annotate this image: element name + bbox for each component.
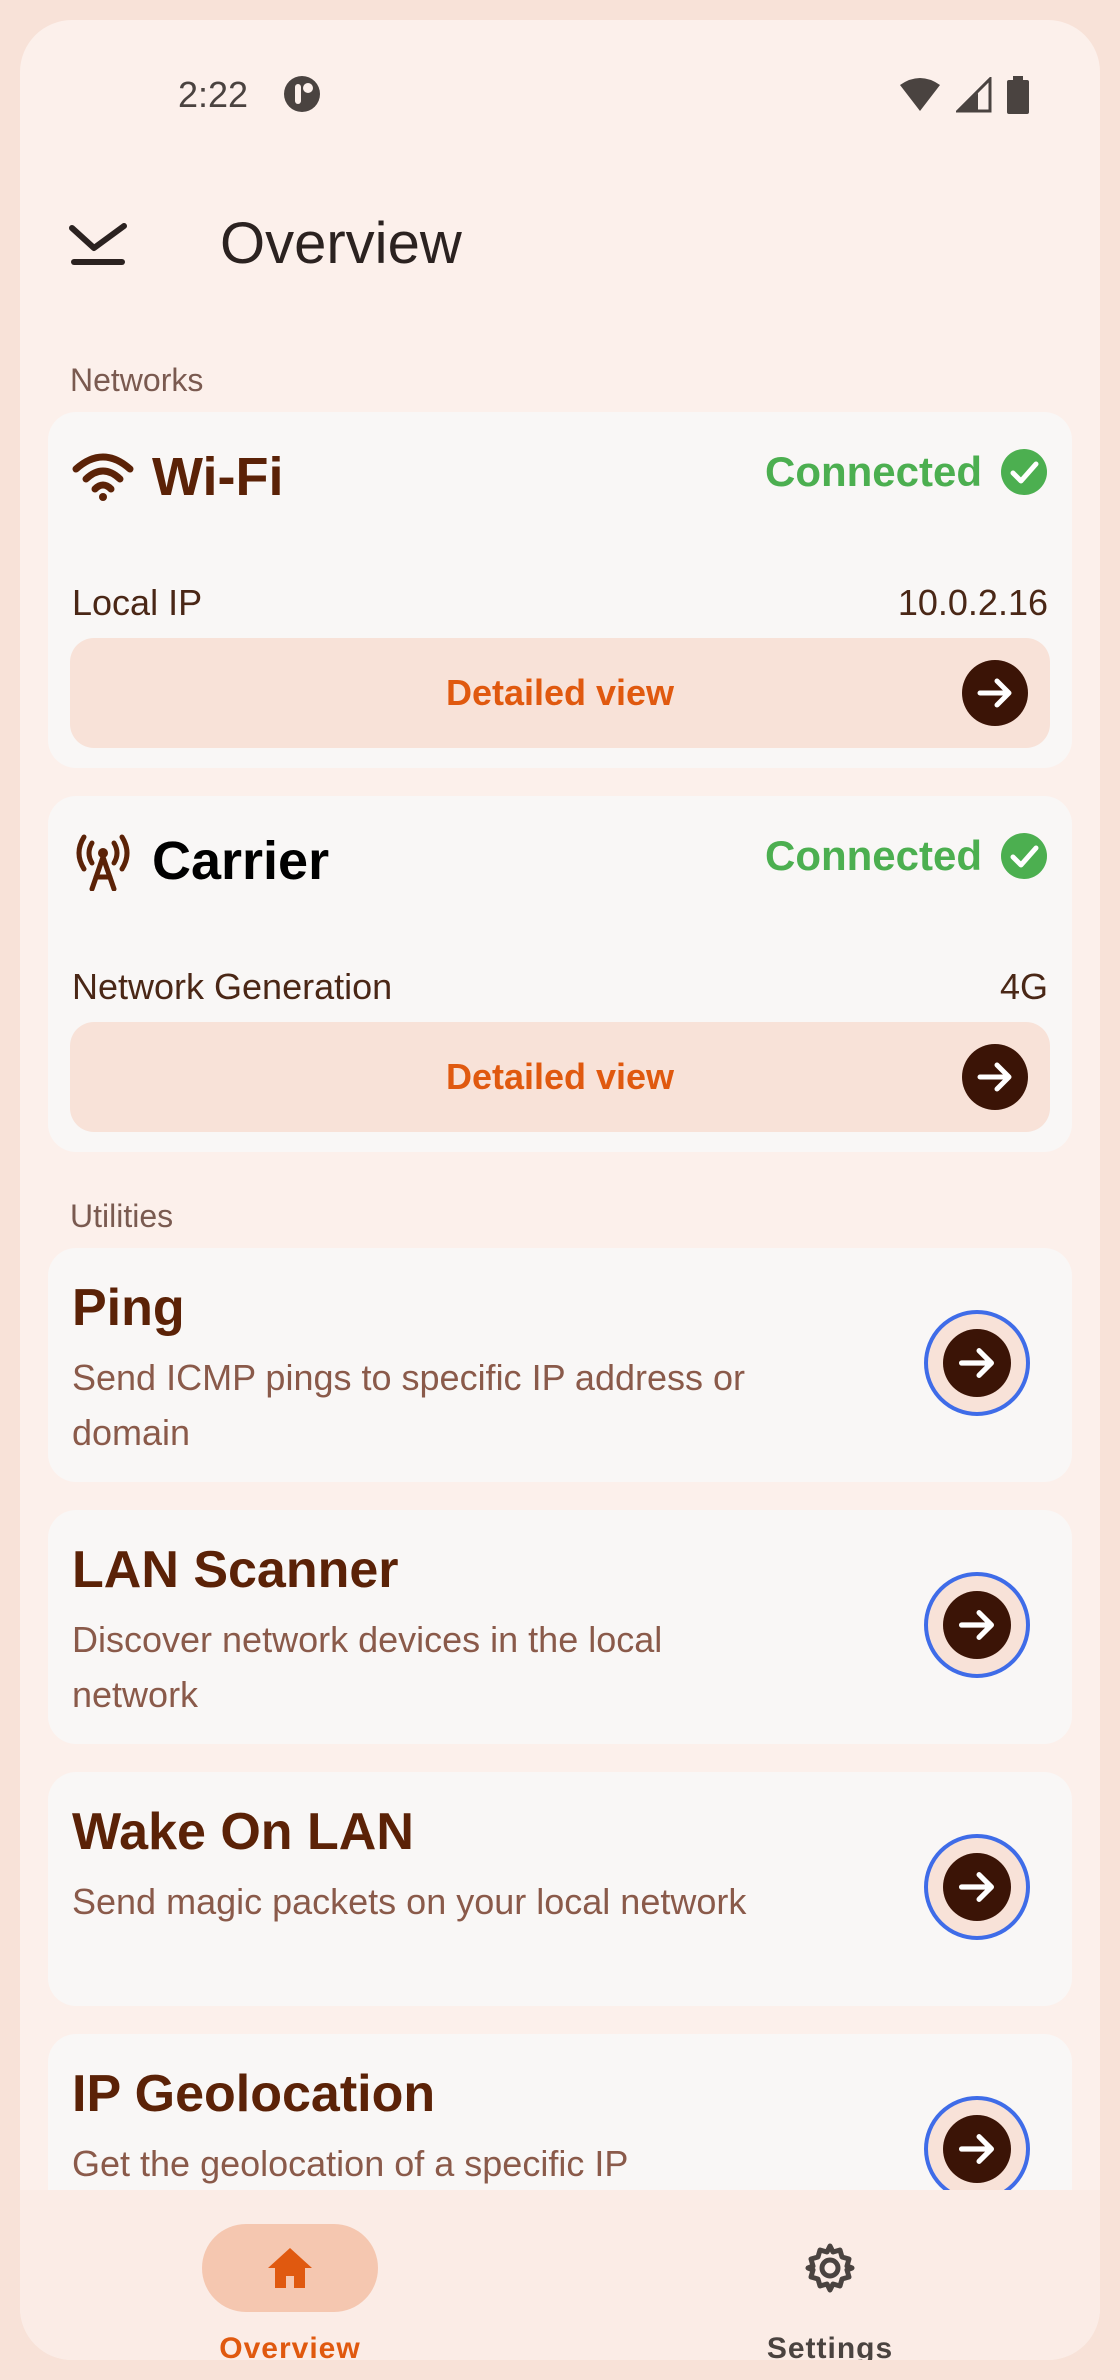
utility-title: Wake On LAN bbox=[72, 1803, 414, 1861]
arrow-right-icon bbox=[943, 1591, 1011, 1659]
section-label-utilities: Utilities bbox=[70, 1198, 174, 1234]
app-notification-icon bbox=[284, 76, 320, 112]
section-label-networks: Networks bbox=[70, 362, 204, 398]
arrow-right-icon bbox=[943, 1329, 1011, 1397]
utility-card-lan-scanner[interactable]: LAN Scanner Discover network devices in … bbox=[48, 1510, 1072, 1744]
arrow-right-icon bbox=[943, 2115, 1011, 2183]
network-generation-value: 4G bbox=[999, 966, 1048, 1007]
wake-on-lan-open-button[interactable] bbox=[924, 1834, 1030, 1940]
arrow-right-icon bbox=[943, 1853, 1011, 1921]
arrow-right-icon bbox=[962, 660, 1028, 726]
ip-geolocation-open-button[interactable] bbox=[924, 2096, 1030, 2202]
cell-signal-icon bbox=[956, 77, 992, 113]
utility-title: Ping bbox=[72, 1279, 185, 1337]
ping-open-button[interactable] bbox=[924, 1310, 1030, 1416]
local-ip-value: 10.0.2.16 bbox=[897, 582, 1048, 623]
utility-description: Discover network devices in the local ne… bbox=[72, 1619, 663, 1715]
utility-description: Send magic packets on your local network bbox=[72, 1881, 747, 1922]
network-check-icon bbox=[69, 223, 127, 265]
page-title: Overview bbox=[220, 211, 462, 276]
utility-description: Send ICMP pings to specific IP address o… bbox=[72, 1357, 746, 1453]
utility-title: IP Geolocation bbox=[72, 2065, 436, 2123]
nav-item-settings[interactable]: Settings bbox=[680, 2190, 980, 2360]
bottom-navigation: Overview Settings bbox=[20, 2190, 1100, 2360]
wifi-icon bbox=[72, 453, 134, 501]
utility-description: Get the geolocation of a specific IP bbox=[72, 2143, 629, 2184]
status-time: 2:22 bbox=[178, 74, 249, 115]
nav-label-overview: Overview bbox=[219, 2332, 361, 2360]
wifi-title: Wi-Fi bbox=[152, 447, 284, 507]
utility-card-wake-on-lan[interactable]: Wake On LAN Send magic packets on your l… bbox=[48, 1772, 1072, 2006]
wifi-signal-icon bbox=[900, 78, 940, 111]
status-icons bbox=[898, 76, 1030, 114]
carrier-status: Connected bbox=[765, 832, 1048, 880]
cell-tower-icon bbox=[76, 834, 130, 891]
wifi-detailed-view-button[interactable]: Detailed view bbox=[70, 638, 1050, 748]
check-circle-icon bbox=[1001, 449, 1047, 495]
carrier-header: Carrier bbox=[72, 830, 329, 892]
wifi-card: Wi-Fi Connected Local IP 10.0.2.16 Detai… bbox=[48, 412, 1072, 768]
carrier-detailed-view-button[interactable]: Detailed view bbox=[70, 1022, 1050, 1132]
wifi-status-text: Connected bbox=[764, 448, 982, 495]
lan-scanner-open-button[interactable] bbox=[924, 1572, 1030, 1678]
device-frame: 2:22 Overview Networks Wi-Fi Connected L… bbox=[0, 0, 1120, 2380]
network-generation-label: Network Generation bbox=[72, 966, 393, 1007]
status-bar: 2:22 bbox=[20, 20, 1100, 130]
carrier-card: Carrier Connected Network Generation 4G … bbox=[48, 796, 1072, 1152]
home-icon bbox=[268, 2248, 312, 2288]
battery-icon bbox=[1007, 76, 1029, 114]
carrier-title: Carrier bbox=[152, 831, 330, 891]
wifi-status: Connected bbox=[765, 448, 1048, 496]
nav-label-settings: Settings bbox=[766, 2332, 894, 2360]
detailed-view-label: Detailed view bbox=[445, 672, 675, 713]
local-ip-label: Local IP bbox=[72, 582, 203, 623]
check-circle-icon bbox=[1001, 833, 1047, 879]
screen: 2:22 Overview Networks Wi-Fi Connected L… bbox=[20, 20, 1100, 2360]
detailed-view-label: Detailed view bbox=[445, 1056, 675, 1097]
nav-item-overview[interactable]: Overview bbox=[140, 2190, 440, 2360]
utility-card-ping[interactable]: Ping Send ICMP pings to specific IP addr… bbox=[48, 1248, 1072, 1482]
arrow-right-icon bbox=[962, 1044, 1028, 1110]
wifi-header: Wi-Fi bbox=[72, 446, 283, 508]
gear-icon bbox=[805, 2243, 855, 2293]
utility-title: LAN Scanner bbox=[72, 1541, 399, 1599]
carrier-status-text: Connected bbox=[764, 832, 982, 879]
